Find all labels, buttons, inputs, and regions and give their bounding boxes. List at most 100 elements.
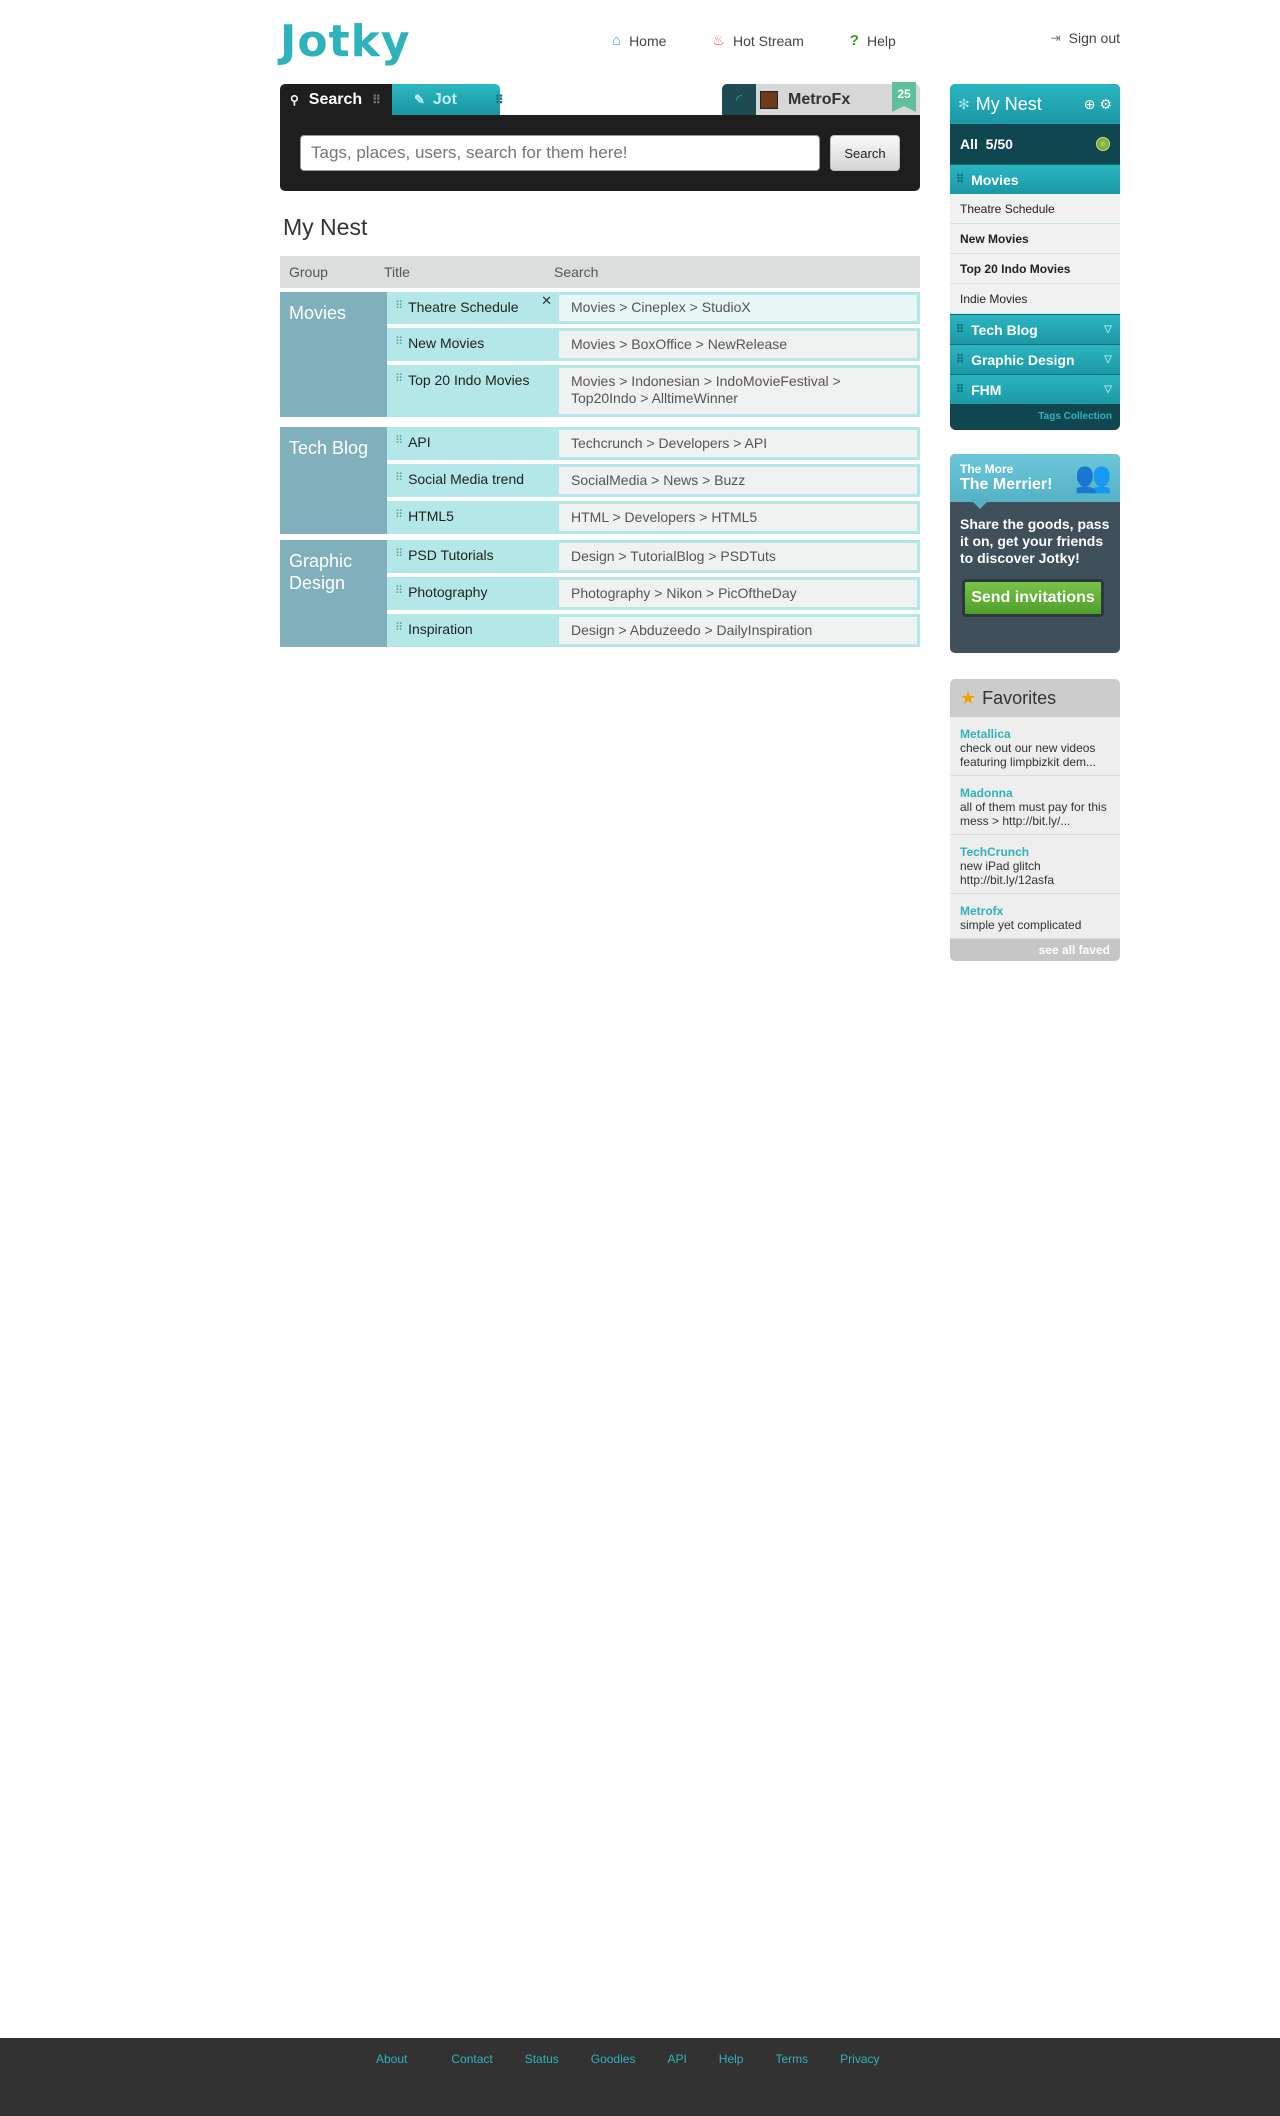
sidebar-all-row[interactable]: All 5/50 xyxy=(950,124,1120,164)
jotky-logo[interactable]: Jotky xyxy=(280,16,411,67)
drag-grip-icon[interactable]: ⠿ xyxy=(395,547,403,567)
footer-link-about[interactable]: About xyxy=(376,2052,407,2066)
favorite-item[interactable]: Madonna all of them must pay for this me… xyxy=(950,776,1120,835)
favorite-item[interactable]: Metallica check out our new videos featu… xyxy=(950,717,1120,776)
add-icon[interactable]: ⊕ xyxy=(1084,96,1096,113)
drag-grip-icon[interactable]: ⠿ xyxy=(395,621,403,641)
nav-home-label: Home xyxy=(629,32,667,49)
footer-link-privacy[interactable]: Privacy xyxy=(840,2052,879,2066)
drag-grip-icon[interactable]: ⠿ xyxy=(395,372,403,411)
invite-text: Share the goods, pass it on, get your fr… xyxy=(960,516,1110,566)
see-all-faved-link[interactable]: see all faved xyxy=(950,939,1120,961)
nav-help[interactable]: ? Help xyxy=(850,32,896,49)
chevron-down-icon[interactable]: ▽ xyxy=(1104,384,1112,395)
top-nav: ⌂ Home ♨ Hot Stream ? Help xyxy=(612,32,942,49)
page-title: My Nest xyxy=(283,214,368,240)
favorite-user[interactable]: Metallica xyxy=(960,727,1110,741)
magnifier-icon: ⚲ xyxy=(290,92,299,107)
drag-grip-icon[interactable]: ⠿ xyxy=(395,584,403,604)
table-row[interactable]: ⠿ HTML5 HTML > Developers > HTML5 xyxy=(387,501,920,534)
home-icon: ⌂ xyxy=(612,32,622,49)
username: MetroFx xyxy=(788,90,851,108)
table-row[interactable]: ⠿ Social Media trend SocialMedia > News >… xyxy=(387,464,920,497)
invite-arrow xyxy=(972,501,988,509)
favorite-item[interactable]: TechCrunch new iPad glitch http://bit.ly… xyxy=(950,835,1120,894)
footer-link-contact[interactable]: Contact xyxy=(451,2052,492,2066)
row-title: HTML5 xyxy=(408,508,454,524)
table-row[interactable]: ⠿ New Movies Movies > BoxOffice > NewRele… xyxy=(387,328,920,361)
group-name[interactable]: Tech Blog xyxy=(280,427,387,534)
footer-link-api[interactable]: API xyxy=(667,2052,686,2066)
footer-link-status[interactable]: Status xyxy=(525,2052,559,2066)
group-name[interactable]: Graphic Design xyxy=(280,540,387,647)
sidebar-all-label: All 5/50 xyxy=(960,136,1013,152)
row-title: Top 20 Indo Movies xyxy=(408,372,530,388)
sidebar-item[interactable]: New Movies xyxy=(950,224,1120,254)
sign-out-label: Sign out xyxy=(1068,30,1120,46)
footer-links: About Contact Status Goodies API Help Te… xyxy=(376,2052,880,2066)
notification-badge[interactable]: 25 xyxy=(892,82,916,112)
drag-grip-icon: ⠿ xyxy=(956,384,964,396)
favorites-panel: ★ Favorites Metallica check out our new … xyxy=(950,679,1120,961)
sidebar-category-label: Graphic Design xyxy=(971,351,1075,368)
sidebar-category-tech-blog[interactable]: ⠿ Tech Blog ▽ xyxy=(950,314,1120,344)
drag-grip-icon[interactable]: ⠿ xyxy=(395,471,403,491)
sidebar-item[interactable]: Theatre Schedule xyxy=(950,194,1120,224)
favorite-item[interactable]: Metrofx simple yet complicated xyxy=(950,894,1120,939)
tags-collection-link[interactable]: Tags Collection xyxy=(950,404,1120,430)
drag-grip-icon: ⠿ xyxy=(956,324,964,336)
sign-out-link[interactable]: ⇥ Sign out xyxy=(1051,30,1120,46)
favorite-user[interactable]: Metrofx xyxy=(960,904,1110,918)
nav-home[interactable]: ⌂ Home xyxy=(612,32,666,49)
invite-panel: The More The Merrier! 👥 Share the goods,… xyxy=(950,454,1120,653)
drag-grip-icon[interactable]: ⠿ xyxy=(395,508,403,528)
tab-search[interactable]: ⚲ Search ⠿ xyxy=(280,84,392,115)
table-row[interactable]: ⠿ Inspiration Design > Abduzeedo > DailyI… xyxy=(387,614,920,647)
user-tab[interactable]: ◜ MetroFx 25 xyxy=(722,82,920,115)
table-row[interactable]: ⠿ API Techcrunch > Developers > API xyxy=(387,427,920,460)
sidebar-category-movies[interactable]: ⠿ Movies xyxy=(950,164,1120,194)
table-row[interactable]: ⠿ Top 20 Indo Movies Movies > Indonesian … xyxy=(387,365,920,417)
row-search: Movies > Indonesian > IndoMovieFestival … xyxy=(556,365,920,417)
sidebar-category-fhm[interactable]: ⠿ FHM ▽ xyxy=(950,374,1120,404)
tab-jot[interactable]: ✎ Jot ⠿ xyxy=(392,84,504,115)
search-button[interactable]: Search xyxy=(830,135,900,171)
gear-icon[interactable]: ⚙ xyxy=(1099,96,1112,113)
search-input[interactable] xyxy=(300,135,820,171)
rss-icon: ◜ xyxy=(722,84,756,115)
sidebar-item[interactable]: Top 20 Indo Movies xyxy=(950,254,1120,284)
chevron-down-icon[interactable]: ▽ xyxy=(1104,354,1112,365)
footer-link-help[interactable]: Help xyxy=(719,2052,744,2066)
favorites-header: ★ Favorites xyxy=(950,679,1120,717)
table-row[interactable]: ⠿ Theatre Schedule ✕ Movies > Cineplex > S… xyxy=(387,292,920,324)
drag-grip-icon[interactable]: ⠿ xyxy=(395,299,403,318)
sidebar-category-graphic-design[interactable]: ⠿ Graphic Design ▽ xyxy=(950,344,1120,374)
send-invitations-button[interactable]: Send invitations xyxy=(962,579,1104,617)
favorite-user[interactable]: TechCrunch xyxy=(960,845,1110,859)
row-title: Photography xyxy=(408,584,488,600)
table-row[interactable]: ⠿ PSD Tutorials Design > TutorialBlog > P… xyxy=(387,540,920,573)
favorite-user[interactable]: Madonna xyxy=(960,786,1110,800)
search-panel: ⚲ Search ⠿ ✎ Jot ⠿ ◜ MetroFx 25 Search xyxy=(280,82,920,191)
nav-help-label: Help xyxy=(866,32,896,49)
row-title: API xyxy=(408,434,431,450)
sidebar-item[interactable]: Indie Movies xyxy=(950,284,1120,314)
nav-hot-stream[interactable]: ♨ Hot Stream xyxy=(712,32,803,49)
drag-grip-icon[interactable]: ⠿ xyxy=(395,434,403,454)
sidebar-category-label: FHM xyxy=(971,381,1002,398)
nest-table: Group Title Search Movies ⠿ Theatre Sched… xyxy=(280,256,920,647)
row-search: HTML > Developers > HTML5 xyxy=(556,501,920,534)
footer-link-goodies[interactable]: Goodies xyxy=(591,2052,636,2066)
drag-grip-icon[interactable]: ⠿ xyxy=(395,335,403,355)
sidebar-category-label: Movies xyxy=(971,171,1019,188)
row-title: New Movies xyxy=(408,335,485,351)
avatar xyxy=(760,90,778,109)
chevron-down-icon[interactable]: ▽ xyxy=(1104,324,1112,335)
people-icon: 👥 xyxy=(1074,461,1112,494)
search-tabs: ⚲ Search ⠿ ✎ Jot ⠿ ◜ MetroFx 25 xyxy=(280,82,920,115)
status-dot-icon[interactable] xyxy=(1096,137,1110,151)
close-icon[interactable]: ✕ xyxy=(541,293,552,309)
footer-link-terms[interactable]: Terms xyxy=(775,2052,808,2066)
group-name[interactable]: Movies xyxy=(280,292,387,417)
table-row[interactable]: ⠿ Photography Photography > Nikon > PicOf… xyxy=(387,577,920,610)
